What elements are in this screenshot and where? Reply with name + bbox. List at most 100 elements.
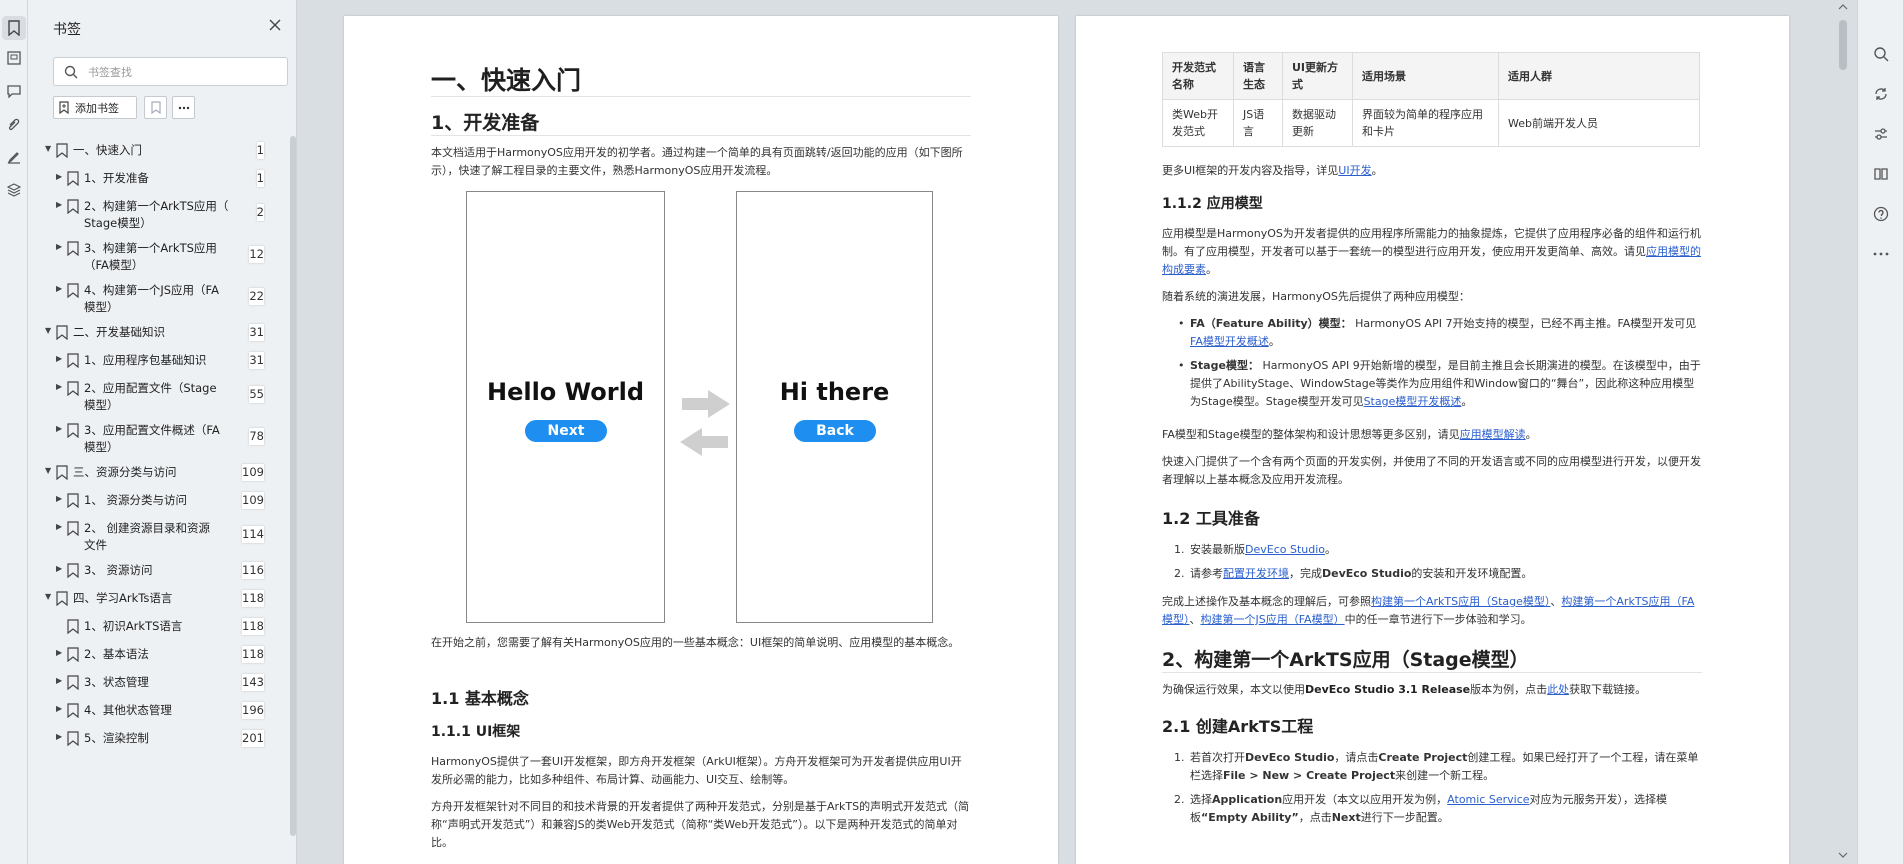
scroll-up-icon[interactable] bbox=[1838, 4, 1848, 10]
bookmark-icon bbox=[67, 731, 79, 746]
expand-arrow-icon[interactable]: ▶ bbox=[56, 649, 64, 657]
next-steps-paragraph: 完成上述操作及基本概念的理解后，可参照构建第一个ArkTS应用（Stage模型）… bbox=[1162, 595, 1695, 626]
expand-arrow-icon[interactable]: ▶ bbox=[56, 425, 64, 433]
deveco-studio-link[interactable]: DevEco Studio bbox=[1245, 543, 1325, 556]
bookmark-icon bbox=[67, 423, 79, 438]
panel-title: 书签 bbox=[53, 22, 81, 38]
expand-arrow-icon[interactable]: ▶ bbox=[56, 285, 64, 293]
bookmark-icon bbox=[67, 283, 79, 298]
table-cell: 类Web开发范式 bbox=[1162, 99, 1234, 147]
hello-world-text: Hello World bbox=[486, 378, 644, 406]
help-icon[interactable] bbox=[1871, 204, 1891, 224]
panel-scrollbar[interactable] bbox=[290, 136, 296, 836]
expand-arrow-icon[interactable]: ▶ bbox=[56, 355, 64, 363]
collapse-arrow-icon[interactable]: ▼ bbox=[45, 467, 53, 475]
rotate-icon[interactable] bbox=[1871, 84, 1891, 104]
expand-arrow-icon[interactable]: ▶ bbox=[56, 495, 64, 503]
bookmark-label-line: 2、构建第一个ArkTS应用（ bbox=[84, 199, 229, 213]
add-bookmark-button[interactable]: 添加书签 bbox=[53, 96, 137, 119]
js-fa-link[interactable]: 构建第一个JS应用（FA模型） bbox=[1201, 613, 1345, 626]
bookmark-label-line: （FA模型） bbox=[84, 258, 144, 272]
build-intro-paragraph: 为确保运行效果，本文以使用DevEco Studio 3.1 Release版本… bbox=[1162, 681, 1702, 699]
expand-arrow-icon[interactable]: ▶ bbox=[56, 201, 64, 209]
scroll-down-icon[interactable] bbox=[1838, 852, 1848, 858]
bookmark-icon bbox=[67, 171, 79, 186]
comment-icon[interactable] bbox=[2, 79, 26, 103]
download-link[interactable]: 此处 bbox=[1547, 683, 1569, 696]
atomic-service-link[interactable]: Atomic Service bbox=[1447, 793, 1529, 806]
bookmark-label-line: 3、构建第一个ArkTS应用 bbox=[84, 241, 217, 255]
expand-arrow-icon[interactable]: ▶ bbox=[56, 383, 64, 391]
attachment-icon[interactable] bbox=[2, 112, 26, 136]
bookmark-label-line: Stage模型） bbox=[84, 216, 152, 230]
bookmark-search bbox=[53, 57, 288, 86]
expand-arrow-icon[interactable]: ▶ bbox=[56, 523, 64, 531]
search-icon bbox=[64, 65, 78, 79]
bookmark-page-number: 109 bbox=[242, 492, 264, 509]
bookmark-page-number: 196 bbox=[242, 702, 264, 719]
model-interpretation-link[interactable]: 应用模型解读 bbox=[1460, 428, 1526, 441]
bookmark-search-input[interactable] bbox=[88, 62, 278, 82]
ui-paragraph-1: HarmonyOS提供了一套UI开发框架，即方舟开发框架（ArkUI框架）。方舟… bbox=[431, 755, 962, 786]
bookmark-label: 4、构建第一个JS应用（FA 模型） bbox=[84, 282, 219, 316]
text: DevEco Studio bbox=[1322, 567, 1412, 580]
layers-icon[interactable] bbox=[2, 178, 26, 202]
pdf-page-2: 开发范式名称 语言生态 UI更新方式 适用场景 适用人群 类Web开发范式 JS… bbox=[1076, 16, 1789, 864]
expand-arrow-icon[interactable]: ▶ bbox=[56, 173, 64, 181]
tools-list: 1. 安装最新版DevEco Studio。 2. 请参考配置开发环境，完成DevE… bbox=[1174, 541, 1702, 589]
scroll-thumb[interactable] bbox=[1839, 20, 1847, 70]
text: ，点击 bbox=[1298, 811, 1332, 824]
thumbnail-icon[interactable] bbox=[2, 46, 26, 70]
expand-arrow-icon[interactable]: ▶ bbox=[56, 733, 64, 741]
text: 来创建一个新工程。 bbox=[1395, 769, 1495, 782]
bookmark-label: 2、基本语法 bbox=[84, 647, 149, 661]
more-icon[interactable] bbox=[1871, 244, 1891, 264]
ui-dev-link[interactable]: UI开发 bbox=[1338, 164, 1371, 177]
heading-tools: 1.2 工具准备 bbox=[1162, 509, 1260, 528]
bookmark-page-number: 55 bbox=[249, 386, 264, 403]
table-cell: 数据驱动更新 bbox=[1282, 99, 1353, 147]
arkts-stage-link[interactable]: 构建第一个ArkTS应用（Stage模型） bbox=[1371, 595, 1550, 608]
bookmark-label-line: 模型） bbox=[84, 398, 119, 412]
bookmark-icon bbox=[67, 647, 79, 662]
bookmark-page-number: 143 bbox=[242, 674, 264, 691]
fa-overview-link[interactable]: FA模型开发概述 bbox=[1190, 335, 1269, 348]
close-icon[interactable] bbox=[268, 18, 284, 34]
configure-env-link[interactable]: 配置开发环境 bbox=[1223, 567, 1289, 580]
bookmark-label: 1、初识ArkTS语言 bbox=[84, 619, 183, 633]
text: 进行下一步配置。 bbox=[1360, 811, 1449, 824]
zoom-search-icon[interactable] bbox=[1871, 44, 1891, 64]
bookmark-page-number: 118 bbox=[242, 618, 264, 635]
text: 的安装和开发环境配置。 bbox=[1411, 567, 1533, 580]
text: ，完成 bbox=[1289, 567, 1322, 580]
text: DevEco Studio bbox=[1245, 751, 1335, 764]
collapse-arrow-icon[interactable]: ▼ bbox=[45, 593, 53, 601]
text: 完成上述操作及基本概念的理解后，可参照 bbox=[1162, 595, 1371, 608]
expand-arrow-icon[interactable]: ▶ bbox=[56, 565, 64, 573]
bookmark-panel-icon[interactable] bbox=[2, 16, 26, 40]
bookmark-icon bbox=[67, 703, 79, 718]
table-cell: JS语言 bbox=[1233, 99, 1283, 147]
quickstart-paragraph: 快速入门提供了一个含有两个页面的开发实例，并使用了不同的开发语言或不同的应用模型… bbox=[1162, 455, 1701, 486]
list-item: FA（Feature Ability）模型： HarmonyOS API 7开始… bbox=[1174, 315, 1702, 351]
document-scrollbar[interactable] bbox=[1836, 0, 1850, 864]
expand-arrow-icon[interactable]: ▶ bbox=[56, 677, 64, 685]
collapse-arrow-icon[interactable]: ▼ bbox=[45, 145, 53, 153]
settings-sliders-icon[interactable] bbox=[1871, 124, 1891, 144]
ui-paragraph-2: 方舟开发框架针对不同目的和技术背景的开发者提供了两种开发范式，分别是基于ArkT… bbox=[431, 800, 970, 849]
collapse-arrow-icon[interactable]: ▼ bbox=[45, 327, 53, 335]
read-mode-icon[interactable] bbox=[1871, 164, 1891, 184]
stage-model-term: Stage模型： bbox=[1190, 359, 1259, 372]
bookmark-toggle-button[interactable] bbox=[144, 96, 167, 119]
ellipsis-icon bbox=[178, 106, 189, 109]
table-cell: Web前端开发人员 bbox=[1498, 99, 1700, 147]
bookmark-label-line: 模型） bbox=[84, 440, 119, 454]
more-ui-paragraph: 更多UI框架的开发内容及指导，详见UI开发。 bbox=[1162, 162, 1702, 180]
expand-arrow-icon[interactable]: ▶ bbox=[56, 243, 64, 251]
before-start-paragraph: 在开始之前，您需要了解有关HarmonyOS应用的一些基本概念：UI框架的简单说… bbox=[431, 636, 960, 649]
stage-overview-link[interactable]: Stage模型开发概述 bbox=[1364, 395, 1462, 408]
more-options-button[interactable] bbox=[172, 96, 195, 119]
divider bbox=[431, 135, 971, 136]
expand-arrow-icon[interactable]: ▶ bbox=[56, 705, 64, 713]
signature-icon[interactable] bbox=[2, 145, 26, 169]
